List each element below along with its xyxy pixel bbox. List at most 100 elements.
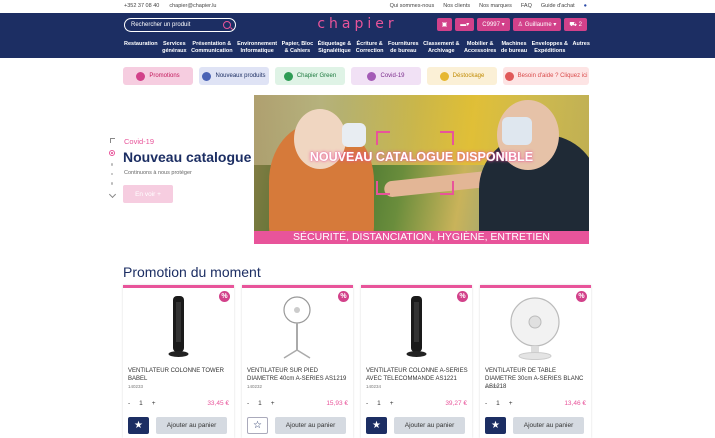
- logo[interactable]: chapier: [0, 16, 715, 32]
- quantity-plus-button[interactable]: +: [271, 400, 275, 407]
- quantity-plus-button[interactable]: +: [390, 400, 394, 407]
- nav-item[interactable]: Autres: [573, 41, 590, 54]
- nav-item[interactable]: Mobilier & Accessoires: [464, 41, 496, 54]
- add-to-cart-button[interactable]: Ajouter au panier: [156, 417, 227, 434]
- nav-item[interactable]: Services généraux: [162, 41, 186, 54]
- category-icon: [367, 71, 377, 81]
- quantity-value[interactable]: 1: [496, 400, 500, 407]
- favorite-button[interactable]: ☆: [247, 417, 268, 434]
- phone-number[interactable]: +352 37 08 40: [124, 3, 159, 9]
- category-0[interactable]: Promotions: [123, 67, 193, 85]
- user-name: Guillaume: [524, 21, 552, 28]
- top-link[interactable]: Nos marques: [479, 3, 512, 9]
- product-image[interactable]: [123, 292, 234, 364]
- banner-mask-left: [342, 123, 366, 147]
- nav-item[interactable]: Classement & Archivage: [423, 41, 459, 54]
- add-to-cart-button[interactable]: Ajouter au panier: [513, 417, 584, 434]
- product-price: 13,46 €: [564, 400, 586, 407]
- payment-button[interactable]: ▬▾: [455, 18, 475, 31]
- nav-item[interactable]: Machines de bureau: [501, 41, 527, 54]
- category-label: Nouveaux produits: [215, 73, 266, 79]
- category-label: Déstockage: [452, 73, 485, 79]
- nav-item[interactable]: Papier, Bloc & Cahiers: [282, 41, 314, 54]
- carousel-dot[interactable]: [110, 182, 114, 185]
- top-link[interactable]: FAQ: [521, 3, 532, 9]
- quantity-minus-button[interactable]: -: [247, 400, 249, 407]
- see-more-button[interactable]: En voir +: [123, 185, 173, 203]
- star-icon: ☆: [253, 420, 262, 431]
- product-list: % VENTILATEUR COLONNE TOWER BABEL 140233-1…: [123, 285, 591, 438]
- carousel-dot-active[interactable]: [109, 150, 115, 156]
- quantity-stepper[interactable]: - 1 +: [485, 400, 513, 407]
- nav-item[interactable]: Présentation & Communication: [191, 41, 233, 54]
- cart-button[interactable]: ⛟ 2: [564, 18, 587, 31]
- category-4[interactable]: Déstockage: [427, 67, 497, 85]
- nav-item[interactable]: Écriture & Correction: [356, 41, 384, 54]
- category-2[interactable]: Chapier Green: [275, 67, 345, 85]
- add-to-cart-button[interactable]: Ajouter au panier: [394, 417, 465, 434]
- star-icon: ★: [491, 420, 500, 431]
- product-image[interactable]: [361, 292, 472, 364]
- product-ref: 140232: [247, 384, 263, 389]
- gift-icon: ▣: [441, 22, 448, 28]
- carousel-dot[interactable]: [110, 163, 114, 166]
- nav-item[interactable]: Étiquetage & Signalétique: [318, 41, 352, 54]
- carousel-dot[interactable]: [110, 172, 114, 175]
- quantity-value[interactable]: 1: [377, 400, 381, 407]
- category-5[interactable]: Besoin d'aide ? Cliquez ici: [503, 67, 589, 85]
- nav-item[interactable]: Enveloppes & Expéditions: [532, 41, 568, 54]
- cart-icon: ⛟: [569, 21, 577, 28]
- product-image[interactable]: [242, 292, 353, 364]
- product-image[interactable]: [480, 292, 591, 364]
- category-3[interactable]: Covid-19: [351, 67, 421, 85]
- quantity-plus-button[interactable]: +: [509, 400, 513, 407]
- chevron-down-icon[interactable]: [108, 190, 116, 198]
- quantity-minus-button[interactable]: -: [366, 400, 368, 407]
- product-name[interactable]: VENTILATEUR DE TABLE DIAMETRE 30cm A-SER…: [485, 367, 587, 391]
- email-link[interactable]: chapier@chapier.lu: [169, 3, 216, 9]
- favorite-button[interactable]: ★: [366, 417, 387, 434]
- top-link[interactable]: Qui sommes-nous: [390, 3, 435, 9]
- star-icon: ★: [372, 420, 381, 431]
- quantity-stepper[interactable]: - 1 +: [247, 400, 275, 407]
- nav-item[interactable]: Environnement Informatique: [237, 41, 277, 54]
- chevron-up-icon[interactable]: [109, 138, 115, 143]
- flag-icon[interactable]: ●: [584, 3, 587, 9]
- product-card[interactable]: % VENTILATEUR COLONNE TOWER BABEL 140233-1…: [123, 285, 234, 438]
- nav-item[interactable]: Restauration: [124, 41, 158, 54]
- quantity-stepper[interactable]: - 1 +: [366, 400, 394, 407]
- top-link[interactable]: Guide d'achat: [541, 3, 575, 9]
- product-ref: 140234: [366, 384, 382, 389]
- banner-mask-right: [502, 117, 532, 145]
- quantity-value[interactable]: 1: [258, 400, 262, 407]
- account-button[interactable]: C9997 ▾: [477, 18, 510, 31]
- quantity-stepper[interactable]: - 1 +: [128, 400, 156, 407]
- quantity-minus-button[interactable]: -: [128, 400, 130, 407]
- favorite-button[interactable]: ★: [485, 417, 506, 434]
- tower-fan-icon: [361, 296, 472, 368]
- carousel-nav: [108, 138, 116, 198]
- category-icon: [202, 71, 212, 81]
- top-bar: +352 37 08 40 chapier@chapier.lu Qui somm…: [0, 0, 715, 12]
- quantity-value[interactable]: 1: [139, 400, 143, 407]
- banner-title: NOUVEAU CATALOGUE DISPONIBLE: [309, 150, 534, 164]
- product-card[interactable]: % VENTILATEUR COLONNE A-SERIES AVEC TELEC…: [361, 285, 472, 438]
- user-button[interactable]: ♙ Guillaume ▾: [512, 18, 562, 31]
- product-name[interactable]: VENTILATEUR COLONNE A-SERIES AVEC TELECO…: [366, 367, 468, 383]
- favorite-button[interactable]: ★: [128, 417, 149, 434]
- product-name[interactable]: VENTILATEUR SUR PIED DIAMETRE 40cm A-SER…: [247, 367, 349, 383]
- nav-item[interactable]: Fournitures de bureau: [388, 41, 419, 54]
- product-card[interactable]: % VENTILATEUR DE TABLE DIAMETRE 30cm A-SE…: [480, 285, 591, 438]
- product-price: 39,27 €: [445, 400, 467, 407]
- quantity-plus-button[interactable]: +: [152, 400, 156, 407]
- hero-banner[interactable]: NOUVEAU CATALOGUE DISPONIBLE SÉCURITÉ, D…: [254, 95, 589, 244]
- product-name[interactable]: VENTILATEUR COLONNE TOWER BABEL: [128, 367, 230, 383]
- card-icon: ▬▾: [460, 22, 470, 28]
- quantity-minus-button[interactable]: -: [485, 400, 487, 407]
- top-link[interactable]: Nos clients: [443, 3, 470, 9]
- product-card[interactable]: % VENTILATEUR SUR PIED DIAMETRE 40cm A-SE…: [242, 285, 353, 438]
- category-1[interactable]: Nouveaux produits: [199, 67, 269, 85]
- add-to-cart-button[interactable]: Ajouter au panier: [275, 417, 346, 434]
- desk-fan-icon: [480, 297, 591, 368]
- gift-button[interactable]: ▣: [436, 18, 453, 31]
